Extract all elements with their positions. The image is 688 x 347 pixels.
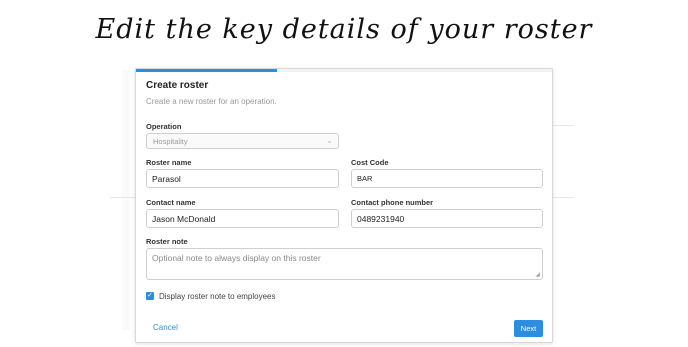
background-divider [553, 197, 573, 198]
cost-code-input[interactable]: BAR [351, 169, 543, 188]
roster-name-label: Roster name [146, 158, 192, 167]
background-page-strip [122, 70, 130, 330]
create-roster-dialog: Create roster Create a new roster for an… [135, 68, 553, 343]
operation-value: Hospitality [153, 137, 188, 146]
roster-name-value: Parasol [152, 174, 181, 184]
roster-note-textarea[interactable]: Optional note to always display on this … [146, 248, 543, 280]
progress-track [277, 69, 552, 72]
next-button[interactable]: Next [514, 320, 543, 337]
progress-bar [136, 69, 278, 72]
background-divider [553, 125, 573, 126]
roster-name-input[interactable]: Parasol [146, 169, 339, 188]
dialog-title: Create roster [146, 80, 209, 91]
chevron-down-icon: ⌄ [326, 136, 333, 145]
operation-label: Operation [146, 122, 182, 131]
roster-note-placeholder: Optional note to always display on this … [152, 253, 321, 263]
contact-phone-input[interactable]: 0489231940 [351, 209, 543, 228]
background-divider [110, 197, 135, 198]
display-note-label[interactable]: Display roster note to employees [159, 292, 276, 301]
contact-name-value: Jason McDonald [152, 214, 216, 224]
roster-note-label: Roster note [146, 237, 188, 246]
resize-handle-icon[interactable]: ◢ [535, 271, 540, 278]
contact-phone-label: Contact phone number [351, 198, 434, 207]
contact-phone-value: 0489231940 [357, 214, 405, 224]
contact-name-label: Contact name [146, 198, 196, 207]
display-note-checkbox[interactable]: ✓ [146, 292, 154, 300]
cost-code-value: BAR [357, 174, 373, 183]
cancel-button[interactable]: Cancel [153, 323, 178, 332]
check-icon: ✓ [147, 292, 153, 299]
contact-name-input[interactable]: Jason McDonald [146, 209, 339, 228]
headline: Edit the key details of your roster [95, 14, 593, 45]
cost-code-label: Cost Code [351, 158, 389, 167]
operation-select[interactable]: Hospitality ⌄ [146, 133, 339, 149]
dialog-subtitle: Create a new roster for an operation. [146, 97, 277, 106]
